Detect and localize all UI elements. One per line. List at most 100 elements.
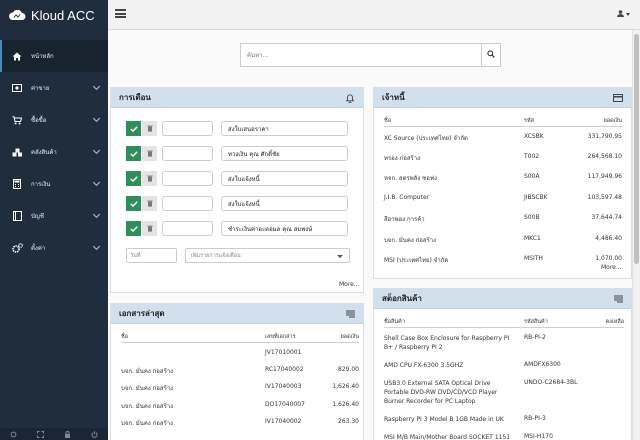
table-row[interactable]: J.I.B. Computer JIBSCBK 103,597.48 — [384, 188, 622, 209]
menu-toggle-icon[interactable] — [115, 9, 126, 18]
reminder-date-input[interactable] — [162, 171, 213, 186]
scroll-thumb[interactable] — [634, 34, 639, 264]
table-row[interactable]: บจก. มั่นคง ก่อสร้าง IV17040002 263.30 — [121, 412, 359, 430]
table-row[interactable]: MSI M/B Main/Mother Board SOCKET 1151 MSI… — [384, 427, 624, 440]
complete-button[interactable] — [126, 196, 141, 211]
sidebar-item-3[interactable]: คลังสินค้า — [0, 136, 108, 168]
reminder-date-input[interactable] — [162, 121, 213, 136]
creditor-name: หจก. สตรพลัง ซอฟง — [384, 175, 438, 182]
table-row[interactable]: Shell Case Box Enclosure for Raspberry P… — [384, 327, 624, 355]
table-row[interactable]: USB3.0 External SATA Optical Drive Porta… — [384, 373, 624, 409]
delete-button[interactable] — [142, 146, 157, 161]
sidebar-item-label: ตั้งค่า — [31, 245, 46, 252]
sidebar-item-5[interactable]: บัญชี — [0, 200, 108, 232]
delete-button[interactable] — [142, 171, 157, 186]
complete-button[interactable] — [126, 221, 141, 236]
list-icon[interactable] — [613, 294, 623, 304]
product-name: Shell Case Box Enclosure for Raspberry P… — [384, 334, 510, 351]
panel-title: เอกสารล่าสุด — [119, 309, 165, 318]
table-row[interactable]: บจก. มั่นคง ก่อสร้าง IV17040003 1,626.40 — [121, 377, 359, 395]
col-header: ชื่อ — [384, 116, 524, 127]
cogs-icon — [11, 242, 23, 254]
creditors-header: เจ้าหนี้ — [374, 88, 631, 108]
panel-title: สต็อกสินค้า — [382, 294, 422, 303]
creditor-code: JIBSCBK — [524, 193, 548, 201]
creditor-name: J.I.B. Computer — [384, 193, 430, 201]
creditors-more-link[interactable]: More... — [601, 264, 622, 271]
chevron-down-icon — [92, 82, 101, 91]
fullscreen-icon[interactable] — [37, 430, 44, 438]
reminder-text-input[interactable]: ส่งใบแจ้งหนี้ — [221, 171, 348, 186]
sidebar-item-6[interactable]: ตั้งค่า — [0, 232, 108, 264]
settings-icon[interactable] — [10, 431, 17, 438]
table-row[interactable]: MSI (ประเทศไทย) จำกัด MSITH 1,070.00 — [384, 249, 622, 270]
brand[interactable]: Kloud ACC — [0, 0, 108, 30]
search-input[interactable] — [240, 43, 481, 67]
credit-card-icon[interactable] — [613, 93, 623, 103]
document-amount — [325, 342, 359, 360]
table-row[interactable]: Raspberry PI 3 Model B 1GB Made in UK RB-… — [384, 409, 624, 427]
new-reminder-date-input[interactable]: วันที่ — [126, 248, 177, 263]
chevron-down-icon — [337, 255, 343, 258]
complete-button[interactable] — [126, 121, 141, 136]
sidebar-item-label: การเงิน — [31, 181, 51, 188]
table-row[interactable]: สีอาพอง การค้า S00B 37,644.74 — [384, 208, 622, 229]
delete-button[interactable] — [142, 121, 157, 136]
complete-button[interactable] — [126, 146, 141, 161]
reminders-more-link[interactable]: More... — [339, 281, 360, 288]
reminder-text-input[interactable]: ทวงเงิน คุณ ศักดิ์ชัย — [221, 146, 348, 161]
product-name: MSI M/B Main/Mother Board SOCKET 1151 — [384, 433, 511, 440]
creditor-balance: 117,949.96 — [587, 173, 622, 180]
topbar — [108, 0, 640, 30]
table-row[interactable]: ทรอง ก่อสร้าง T002 264,568.10 — [384, 147, 622, 168]
col-header: รหัส — [524, 116, 574, 127]
sidebar-item-4[interactable]: การเงิน — [0, 168, 108, 200]
sidebar-item-0[interactable]: หน้าหลัก — [0, 40, 108, 72]
sidebar-item-2[interactable]: ซื้อขื้อ — [0, 104, 108, 136]
chevron-down-icon — [92, 210, 101, 219]
product-code: AMDFX6300 — [524, 360, 561, 368]
reminder-text-input[interactable]: ส่งใบเสนอราคา — [221, 121, 348, 136]
brand-name: Kloud ACC — [31, 7, 95, 23]
search-button[interactable] — [481, 43, 501, 67]
delete-button[interactable] — [142, 221, 157, 236]
reminder-text-input[interactable]: ส่งใบแจ้งหนี้ — [221, 196, 348, 211]
product-code: UNDO-C2684-3BL — [524, 378, 578, 386]
reminder-date-input[interactable] — [162, 146, 213, 161]
product-remain — [586, 327, 624, 355]
complete-button[interactable] — [126, 171, 141, 186]
document-number: JV17010001 — [265, 348, 302, 356]
creditor-code: S00A — [524, 173, 540, 180]
reminder-date-input[interactable] — [162, 196, 213, 211]
cubes-icon — [11, 146, 23, 158]
power-icon[interactable] — [91, 430, 98, 438]
col-header: ยอดเงิน — [574, 116, 622, 127]
reminder-text-input[interactable]: ชำระเงินค่าอะตอมล คุณ สมพงษ์ — [221, 221, 348, 236]
lock-icon[interactable] — [64, 430, 71, 438]
table-row[interactable]: บจก. มั่นคง ก่อสร้าง RC17040002 829.00 — [121, 360, 359, 378]
chevron-down-icon — [92, 114, 101, 123]
user-menu[interactable] — [617, 10, 630, 19]
bell-icon[interactable] — [345, 93, 355, 103]
creditor-balance: 331,790.95 — [587, 132, 622, 140]
delete-button[interactable] — [142, 196, 157, 211]
list-icon[interactable] — [345, 309, 355, 319]
home-icon — [11, 50, 23, 62]
reminder-date-input[interactable] — [162, 221, 213, 236]
new-reminder-text-select[interactable]: เพิ่มรายการแจ้งเตือน — [185, 248, 350, 263]
reminders-panel: การเตือน ส่งใบเสนอราคา ทวงเงิน คุณ ศักดิ์… — [110, 87, 364, 293]
col-header: รหัสสินค้า — [524, 317, 586, 328]
table-row[interactable]: JV17010001 — [121, 342, 359, 360]
user-icon — [617, 10, 624, 19]
product-remain — [586, 373, 624, 409]
table-row[interactable]: AMD CPU FX-6300 3.5GHZ AMDFX6300 — [384, 355, 624, 373]
table-row[interactable]: บจก. มั่นคง ก่อสร้าง MKC1 4,486.40 — [384, 229, 622, 250]
table-row[interactable]: บจก. มั่นคง ก่อสร้าง DO17040007 1,626.40 — [121, 395, 359, 413]
page-scrollbar[interactable] — [632, 30, 640, 440]
table-header: ชื่อ รหัส ยอดเงิน — [384, 116, 622, 127]
table-row[interactable]: หจก. สตรพลัง ซอฟง S00A 117,949.96 — [384, 167, 622, 188]
product-code: RB-PI-2 — [524, 333, 546, 341]
sidebar-item-1[interactable]: ค่าขาย — [0, 72, 108, 104]
table-row[interactable]: XC Source (ประเทศไทย) จำกัด XCSBK 331,790.… — [384, 126, 622, 147]
creditor-name: ทรอง ก่อสร้าง — [384, 154, 421, 162]
